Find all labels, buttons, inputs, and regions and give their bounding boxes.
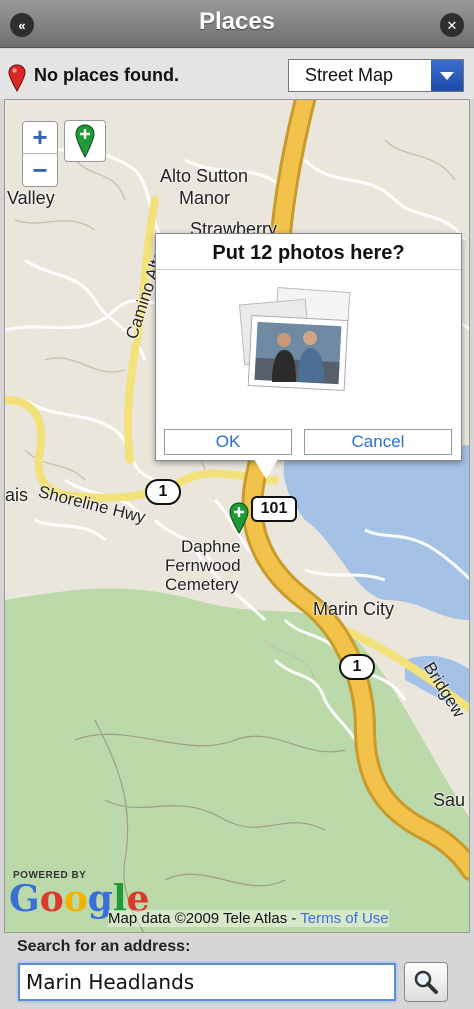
map-label-manor: Manor <box>179 188 231 208</box>
map-label-ais: ais <box>5 485 29 505</box>
map-label-sau: Sau <box>433 790 466 810</box>
popup-pointer <box>254 459 278 479</box>
route-101-shield: 101 <box>251 496 297 522</box>
map-copyright: Map data ©2009 Tele Atlas - Terms of Use <box>108 910 389 927</box>
route-1-shield: 1 <box>145 479 181 505</box>
map-type-value: Street Map <box>305 65 394 85</box>
window-title: Places <box>198 8 276 35</box>
red-pin-icon <box>8 64 26 92</box>
address-search-input[interactable] <box>18 963 396 1001</box>
map-label-fernwood: Fernwood <box>165 556 241 575</box>
map-label-marin-city: Marin City <box>313 599 395 619</box>
map-label-cemetery: Cemetery <box>165 575 239 594</box>
copyright-text: Map data ©2009 Tele Atlas - <box>108 910 301 927</box>
dropped-pin-icon[interactable] <box>229 502 249 534</box>
zoom-in-button[interactable]: + <box>23 122 57 154</box>
route-1-shield-south: 1 <box>339 654 375 680</box>
map-label-valley: Valley <box>7 188 55 208</box>
popup-title: Put 12 photos here? <box>156 234 461 270</box>
place-photos-popup: Put 12 photos here? OK Cancel <box>155 233 462 461</box>
title-bar: « Places ✕ <box>0 0 474 48</box>
places-window: « Places ✕ No places found. Street Map V… <box>0 0 474 1009</box>
search-icon <box>414 970 438 994</box>
status-text: No places found. <box>34 65 180 85</box>
terms-of-use-link[interactable]: Terms of Use <box>300 910 388 927</box>
map-label-alto-sutton: Alto Sutton <box>160 166 249 186</box>
map-view[interactable]: Valley Alto Sutton Manor Strawberry Cami… <box>4 99 470 933</box>
search-label: Search for an address: <box>17 938 191 955</box>
close-icon[interactable]: ✕ <box>440 13 464 37</box>
chevron-down-icon[interactable] <box>431 60 463 91</box>
ok-button[interactable]: OK <box>164 429 292 455</box>
zoom-control: + − <box>22 121 58 187</box>
map-type-select[interactable]: Street Map <box>288 59 464 92</box>
zoom-out-button[interactable]: − <box>23 154 57 186</box>
photo-stack-thumbnail <box>238 287 351 391</box>
map-label-daphne: Daphne <box>181 537 241 556</box>
green-pin-icon <box>75 124 95 158</box>
cancel-button[interactable]: Cancel <box>304 429 452 455</box>
search-button[interactable] <box>404 962 448 1002</box>
add-pin-button[interactable] <box>64 120 106 162</box>
